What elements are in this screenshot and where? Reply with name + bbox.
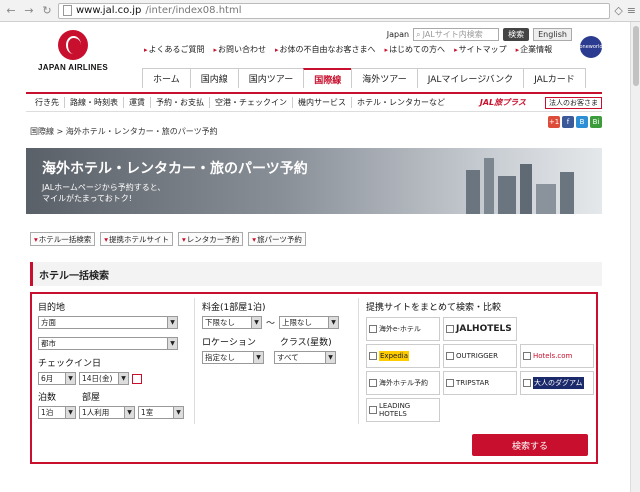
nights-select[interactable]: 1泊 ▼ — [38, 406, 76, 419]
crane-icon — [58, 30, 88, 60]
chevron-down-icon: ▼ — [167, 338, 177, 349]
checkin-label: チェックイン日 — [38, 359, 102, 369]
subnav-airport[interactable]: 空港・チェックイン — [210, 97, 293, 108]
nav-domestic[interactable]: 国内線 — [189, 68, 239, 88]
nights-label: 泊数 — [38, 393, 57, 403]
city-select[interactable]: 都市 ▼ — [38, 337, 178, 350]
reload-icon[interactable]: ↻ — [40, 4, 54, 18]
nav-home[interactable]: ホーム — [142, 68, 191, 88]
url-path: /inter/index08.html — [145, 5, 242, 16]
gplus-icon[interactable]: +1 — [548, 116, 560, 128]
day-select[interactable]: 14日(金) ▼ — [79, 372, 129, 385]
back-icon[interactable]: ← — [4, 4, 18, 18]
section-tabs: ホテル一括検索 提携ホテルサイト レンタカー予約 旅パーツ予約 — [26, 232, 602, 246]
banner-subtitle: JALホームページから予約すると、 マイルがたまっておトク! — [42, 183, 166, 203]
address-bar[interactable]: www.jal.co.jp/inter/index08.html — [58, 2, 611, 19]
jal-logo[interactable]: JAPAN AIRLINES — [28, 30, 118, 72]
nav-mileage[interactable]: JALマイレージバンク — [416, 68, 525, 88]
header-links: よくあるご質問 お問い合わせ お体の不自由なお客さまへ はじめての方へ サイトマ… — [144, 44, 553, 55]
scroll-thumb[interactable] — [633, 26, 639, 86]
main-nav: ホーム 国内線 国内ツアー 国際線 海外ツアー JALマイレージバンク JALカ… — [142, 68, 586, 88]
breadcrumb: 国際線 > 海外ホテル・レンタカー・旅のパーツ予約 — [30, 127, 218, 136]
site-search-input[interactable]: ⌕ JALサイト内検索 — [413, 28, 500, 41]
hotel-search-form: 目的地 方面 ▼ 都市 ▼ チェックイン日 6月 ▼ 14日(金) ▼ 泊数 部屋 1泊… — [30, 292, 598, 464]
link-sitemap[interactable]: サイトマップ — [454, 44, 507, 55]
partner-expedia[interactable]: Expedia — [366, 344, 440, 368]
partner-outrigger[interactable]: OUTRIGGER — [443, 344, 517, 368]
facebook-icon[interactable]: f — [562, 116, 574, 128]
partner-jalhotels[interactable]: JALHOTELS — [443, 317, 517, 341]
partner-list: 海外e-ホテル JALHOTELS Expedia OUTRIGGER Hote… — [366, 317, 596, 422]
subnav-inflight[interactable]: 機内サービス — [293, 97, 352, 108]
forward-icon[interactable]: → — [22, 4, 36, 18]
nav-card[interactable]: JALカード — [523, 68, 586, 88]
hatena-icon[interactable]: B — [576, 116, 588, 128]
scrollbar[interactable] — [630, 22, 640, 492]
english-button[interactable]: English — [533, 28, 572, 41]
link-accessibility[interactable]: お体の不自由なお客さまへ — [275, 44, 376, 55]
page-icon — [63, 5, 72, 16]
url-domain: www.jal.co.jp — [76, 5, 142, 16]
location-select[interactable]: 指定なし ▼ — [202, 351, 264, 364]
nav-overseas-tour[interactable]: 海外ツアー — [351, 68, 418, 88]
partners-label: 提携サイトをまとめて検索・比較 — [366, 303, 502, 313]
price-max-select[interactable]: 上限なし ▼ — [279, 316, 340, 329]
partner-tripstar[interactable]: TRIPSTAR — [443, 371, 517, 395]
oneworld-logo[interactable]: oneworld — [579, 36, 603, 58]
region-select[interactable]: 方面 ▼ — [38, 316, 178, 329]
social-share: +1 f B Bi — [548, 116, 602, 128]
hero-banner: 海外ホテル・レンタカー・旅のパーツ予約 JALホームページから予約すると、 マイル… — [26, 148, 602, 214]
tabiplus-link[interactable]: JAL旅プラス — [480, 97, 526, 108]
link-first-time[interactable]: はじめての方へ — [385, 44, 445, 55]
section-title: ホテル一括検索 — [30, 262, 602, 286]
price-label: 料金(1部屋1泊) — [202, 303, 266, 313]
subnav-hotel[interactable]: ホテル・レンタカーなど — [352, 97, 450, 108]
search-icon: ⌕ — [416, 29, 421, 39]
browser-toolbar: ← → ↻ www.jal.co.jp/inter/index08.html ◇… — [0, 0, 640, 22]
room-type-select[interactable]: 1人利用 ▼ — [79, 406, 135, 419]
subnav-routes[interactable]: 路線・時刻表 — [65, 97, 124, 108]
destination-label: 目的地 — [38, 303, 66, 313]
corporate-link[interactable]: 法人のお客さま — [545, 97, 602, 109]
partner-kaigai-e-hotel[interactable]: 海外e-ホテル — [366, 317, 440, 341]
site-header: JAPAN AIRLINES Japan ⌕ JALサイト内検索 検索 Engli… — [26, 22, 603, 92]
nav-international[interactable]: 国際線 — [303, 68, 353, 88]
price-min-select[interactable]: 下限なし ▼ — [202, 316, 262, 329]
search-button[interactable]: 検索する — [472, 434, 588, 456]
menu-icon[interactable]: ≡ — [627, 4, 636, 17]
location-label: ロケーション — [202, 338, 256, 348]
tab-partner-hotels[interactable]: 提携ホテルサイト — [100, 232, 174, 246]
link-faq[interactable]: よくあるご質問 — [144, 44, 205, 55]
partner-overseas-hotel[interactable]: 海外ホテル予約 — [366, 371, 440, 395]
link-corp-info[interactable]: 企業情報 — [516, 44, 552, 55]
month-select[interactable]: 6月 ▼ — [38, 372, 76, 385]
site-search-button[interactable]: 検索 — [503, 28, 530, 41]
sub-nav: 行き先 路線・時刻表 運賃 予約・お支払 空港・チェックイン 機内サービス ホテ… — [26, 92, 602, 112]
utility-bar: Japan ⌕ JALサイト内検索 検索 English — [387, 28, 572, 41]
class-select[interactable]: すべて ▼ — [274, 351, 336, 364]
room-count-select[interactable]: 1室 ▼ — [138, 406, 184, 419]
tab-rentacar[interactable]: レンタカー予約 — [178, 232, 244, 246]
page: JAPAN AIRLINES Japan ⌕ JALサイト内検索 検索 Engli… — [26, 22, 603, 464]
brand-name: JAPAN AIRLINES — [38, 63, 108, 72]
partner-leading-hotels[interactable]: LEADING HOTELS — [366, 398, 440, 422]
nav-domestic-tour[interactable]: 国内ツアー — [237, 68, 305, 88]
partner-hotels-com[interactable]: Hotels.com — [520, 344, 594, 368]
class-label: クラス(星数) — [279, 338, 332, 348]
banner-title: 海外ホテル・レンタカー・旅のパーツ予約 — [42, 161, 308, 177]
bookmark-icon[interactable]: Bi — [590, 116, 602, 128]
tab-tour-parts[interactable]: 旅パーツ予約 — [248, 232, 306, 246]
rooms-label: 部屋 — [82, 393, 101, 403]
chevron-down-icon: ▼ — [167, 317, 177, 328]
subnav-fares[interactable]: 運賃 — [124, 97, 151, 108]
subnav-destination[interactable]: 行き先 — [30, 97, 65, 108]
extension-icon[interactable]: ◇ — [614, 4, 622, 17]
subnav-booking[interactable]: 予約・お支払 — [151, 97, 210, 108]
partner-otona-guam[interactable]: 大人のダグアム — [520, 371, 594, 395]
link-contact[interactable]: お問い合わせ — [214, 44, 266, 55]
calendar-icon[interactable] — [132, 373, 142, 384]
tab-hotel-search[interactable]: ホテル一括検索 — [30, 232, 96, 246]
country-label[interactable]: Japan — [387, 30, 409, 39]
